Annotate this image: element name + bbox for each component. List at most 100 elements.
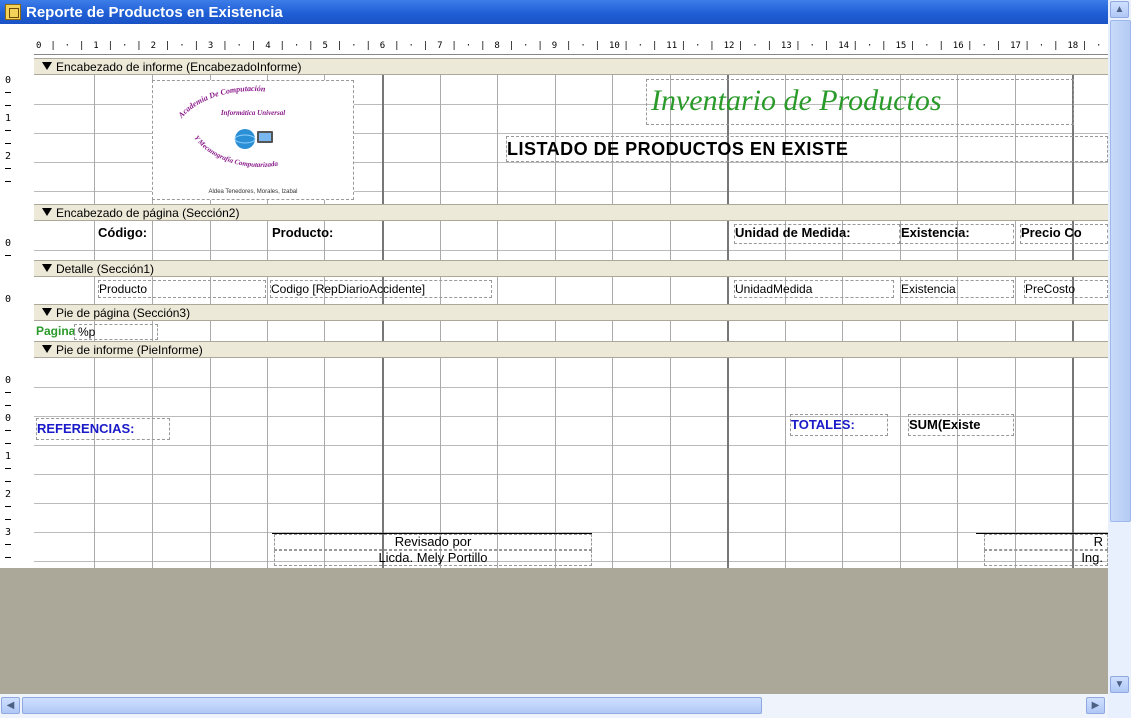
referencias-label[interactable]: REFERENCIAS: <box>36 418 170 440</box>
ruler-tick: | <box>995 41 1002 51</box>
grid-line <box>1072 321 1074 341</box>
grid-line <box>267 277 268 304</box>
field-producto[interactable]: Producto <box>98 280 266 298</box>
ruler-tick: | <box>1053 41 1059 51</box>
vruler-tick <box>5 130 11 131</box>
header-producto[interactable]: Producto: <box>272 225 382 243</box>
grid-line <box>957 358 958 568</box>
page-number-field[interactable]: %p <box>74 324 158 340</box>
grid-line <box>900 321 901 341</box>
ruler-mark: 2 <box>150 41 157 51</box>
report-title[interactable]: Inventario de Productos <box>646 79 1074 125</box>
sum-existencia-field[interactable]: SUM(Existe <box>908 414 1014 436</box>
section-label: Encabezado de informe (EncabezadoInforme… <box>56 60 302 74</box>
vruler-tick <box>5 519 11 520</box>
grid-line <box>670 358 671 568</box>
grid-line <box>670 321 671 341</box>
ruler-mark: 15 <box>895 41 907 51</box>
scroll-right-icon[interactable]: ▶ <box>1086 697 1105 714</box>
revisado-label-2[interactable]: R <box>984 534 1108 550</box>
logo-image[interactable]: Academia De Computación Informática Univ… <box>152 80 354 200</box>
report-design-canvas[interactable]: Encabezado de informe (EncabezadoInforme… <box>34 58 1108 568</box>
ruler-tick: | <box>881 41 887 51</box>
field-precosto[interactable]: PreCosto <box>1024 280 1108 298</box>
grid-line <box>267 321 268 341</box>
totales-label[interactable]: TOTALES: <box>790 414 888 436</box>
grid-line <box>785 321 786 341</box>
grid-line <box>34 503 1108 504</box>
ruler-tick: | <box>50 41 56 51</box>
vertical-ruler[interactable]: 0 1 2 0 0 0 0 1 2 3 <box>0 58 34 568</box>
field-unidad[interactable]: UnidadMedida <box>734 280 894 298</box>
grid-line <box>34 445 1108 446</box>
grid-line <box>727 221 729 260</box>
ruler-tick: | <box>651 41 658 51</box>
ruler-tick: | <box>136 41 142 51</box>
grid-line <box>34 387 1108 388</box>
horizontal-scrollbar[interactable]: ◀ ▶ <box>0 694 1108 718</box>
ruler-tick: | <box>938 41 944 51</box>
grid-line <box>94 277 95 304</box>
grid-line <box>497 277 498 304</box>
licda-label[interactable]: Licda. Mely Portillo <box>274 550 592 566</box>
field-codigo[interactable]: Codigo [RepDiarioAccidente] <box>270 280 492 298</box>
grid-line <box>210 321 211 341</box>
vruler-mark: 1 <box>5 113 12 124</box>
vruler-tick <box>5 468 11 469</box>
ruler-tick: · <box>408 41 414 51</box>
vruler-tick <box>5 255 11 256</box>
vruler-tick <box>5 544 11 545</box>
grid-line <box>94 75 95 204</box>
ruler-tick: | <box>308 41 314 51</box>
vruler-tick <box>5 181 11 182</box>
ruler-tick: | <box>451 41 457 51</box>
ruler-mark: 8 <box>494 41 500 51</box>
ruler-mark: 13 <box>780 41 792 51</box>
grid-line <box>555 321 556 341</box>
field-existencia[interactable]: Existencia <box>900 280 1014 298</box>
grid-line <box>440 221 441 260</box>
ruler-tick: | <box>537 41 543 51</box>
ruler-tick: | <box>336 41 343 51</box>
revisado-label[interactable]: Revisado por <box>274 534 592 550</box>
ing-label[interactable]: Ing. <box>984 550 1108 566</box>
grid-line <box>727 358 729 568</box>
ruler-tick: | <box>222 41 228 51</box>
header-existencia[interactable]: Existencia: <box>900 224 1014 244</box>
vruler-tick <box>5 430 11 431</box>
ruler-tick: | <box>737 41 744 51</box>
ruler-tick: | <box>680 41 687 51</box>
ruler-tick: | <box>852 41 858 51</box>
report-icon <box>5 4 21 20</box>
section-marker-icon <box>42 345 52 353</box>
vertical-scrollbar[interactable]: ▲ ▼ <box>1108 0 1131 718</box>
scroll-left-icon[interactable]: ◀ <box>1 697 20 714</box>
scroll-down-icon[interactable]: ▼ <box>1110 676 1129 693</box>
ruler-tick: | <box>795 41 801 51</box>
section-page-footer[interactable]: Pie de página (Sección3) <box>34 304 1108 321</box>
ruler-tick: | <box>823 41 830 51</box>
ruler-tick: | <box>250 41 257 51</box>
ruler-mark: 14 <box>838 41 850 51</box>
report-subtitle[interactable]: LISTADO DE PRODUCTOS EN EXISTE <box>506 136 1108 162</box>
ruler-mark: 5 <box>322 41 328 51</box>
section-marker-icon <box>42 208 52 216</box>
vertical-scroll-thumb[interactable] <box>1110 20 1131 522</box>
page-label[interactable]: Pagina: <box>36 324 76 340</box>
horizontal-scroll-thumb[interactable] <box>22 697 762 714</box>
ruler-mark: 1 <box>93 41 99 51</box>
grid-line <box>900 358 901 568</box>
section-detail[interactable]: Detalle (Sección1) <box>34 260 1108 277</box>
header-precio[interactable]: Precio Co <box>1020 224 1108 244</box>
section-label: Pie de informe (PieInforme) <box>56 343 203 357</box>
section-report-header[interactable]: Encabezado de informe (EncabezadoInforme… <box>34 58 1108 75</box>
section-report-footer[interactable]: Pie de informe (PieInforme) <box>34 341 1108 358</box>
horizontal-ruler[interactable]: 0 | · | 1 | · | 2 | · | 3 | · | 4 | · | 5 | · | 6 | · | 7 | · | 8 | · | 9 | · |… <box>34 40 1116 55</box>
grid-line <box>210 358 211 568</box>
section-page-header[interactable]: Encabezado de página (Sección2) <box>34 204 1108 221</box>
ruler-tick: · <box>752 41 758 51</box>
scroll-up-icon[interactable]: ▲ <box>1110 1 1129 18</box>
title-bar[interactable]: Reporte de Productos en Existencia <box>0 0 1108 24</box>
header-codigo[interactable]: Código: <box>98 225 208 243</box>
header-unidad[interactable]: Unidad de Medida: <box>734 224 900 244</box>
